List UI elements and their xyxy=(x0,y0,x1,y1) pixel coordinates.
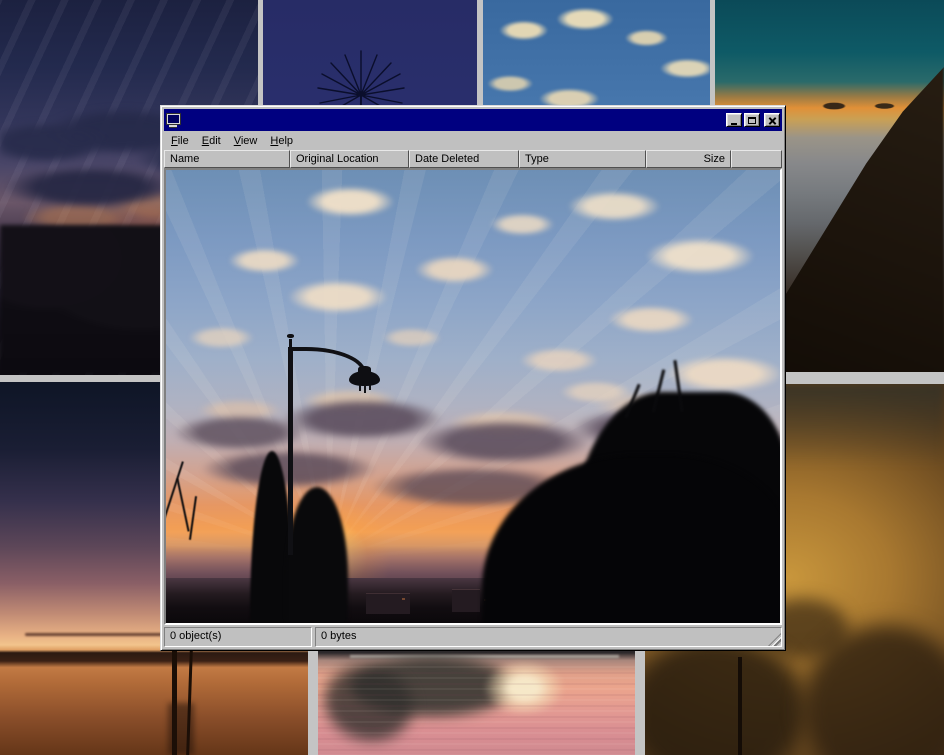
monitor-base xyxy=(169,125,177,127)
file-list-area[interactable] xyxy=(164,168,782,625)
menu-help[interactable]: Help xyxy=(264,133,300,149)
lamp-fitting xyxy=(364,385,366,393)
lamp-fitting xyxy=(369,385,371,390)
menu-file-key: F xyxy=(171,135,178,147)
lamp-fitting xyxy=(359,385,361,391)
pole-reflection xyxy=(168,703,194,755)
status-byte-count: 0 bytes xyxy=(315,627,782,647)
lamp-post-silhouette xyxy=(738,657,742,755)
lamp-post-pole xyxy=(288,347,293,555)
menu-help-rest: elp xyxy=(278,135,293,147)
column-header-row: Name Original Location Date Deleted Type… xyxy=(164,150,782,168)
recycle-bin-window: File Edit View Help Name Original Locati… xyxy=(160,105,786,651)
menu-edit-rest: dit xyxy=(209,135,221,147)
column-header-original-location[interactable]: Original Location xyxy=(290,150,409,168)
minimize-icon xyxy=(731,123,737,125)
minimize-button[interactable] xyxy=(726,113,742,127)
menu-file-rest: ile xyxy=(178,135,189,147)
menu-view-key: V xyxy=(234,135,241,147)
building-silhouette xyxy=(452,590,480,612)
building-silhouette xyxy=(366,594,410,614)
menu-bar: File Edit View Help xyxy=(164,131,782,150)
menu-file[interactable]: File xyxy=(165,133,196,149)
column-header-size[interactable]: Size xyxy=(646,150,731,168)
title-bar[interactable] xyxy=(164,109,782,131)
water-ripples xyxy=(318,666,635,755)
column-header-filler xyxy=(731,150,782,168)
menu-view[interactable]: View xyxy=(228,133,265,149)
town-light xyxy=(402,598,405,600)
monitor-screen xyxy=(167,114,180,124)
light-streak xyxy=(350,655,619,658)
lamp-head xyxy=(349,371,380,386)
status-object-count: 0 object(s) xyxy=(164,627,312,647)
menu-edit-key: E xyxy=(202,135,209,147)
close-button[interactable] xyxy=(764,113,780,127)
menu-view-rest: iew xyxy=(241,135,258,147)
close-icon xyxy=(768,116,777,125)
column-header-type[interactable]: Type xyxy=(519,150,646,168)
column-header-date-deleted[interactable]: Date Deleted xyxy=(409,150,519,168)
computer-icon[interactable] xyxy=(166,113,180,127)
window-controls xyxy=(726,113,780,127)
menu-edit[interactable]: Edit xyxy=(196,133,228,149)
maximize-icon xyxy=(748,117,756,124)
column-header-name[interactable]: Name xyxy=(164,150,290,168)
maximize-button[interactable] xyxy=(744,113,760,127)
status-bar: 0 object(s) 0 bytes xyxy=(164,625,782,647)
